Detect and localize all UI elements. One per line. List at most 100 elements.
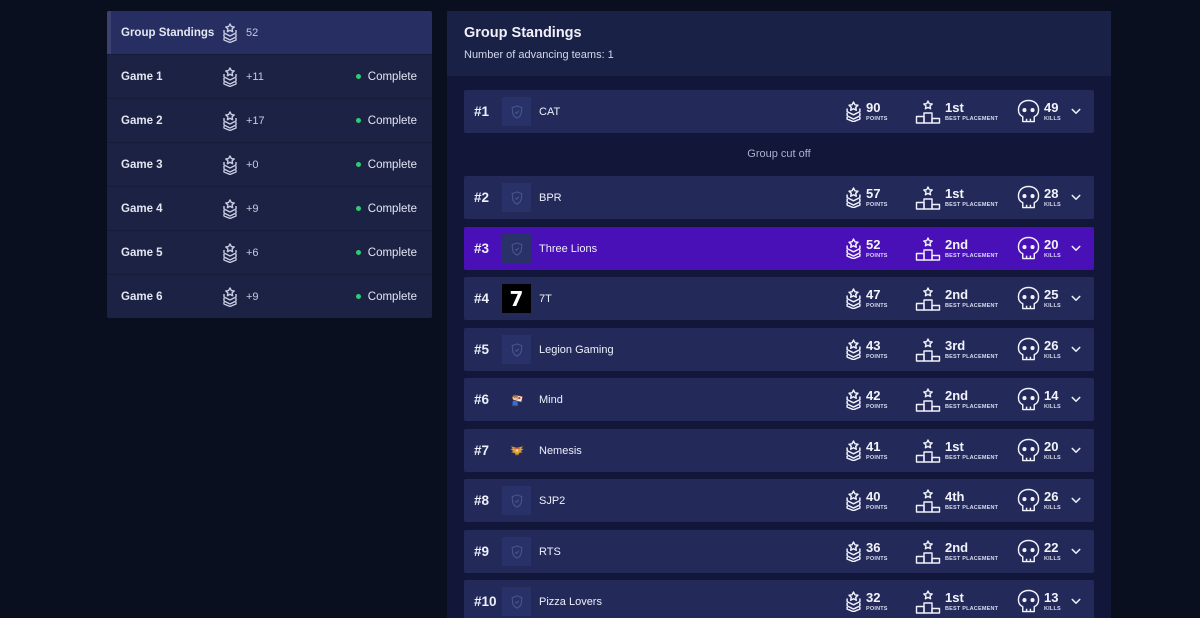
- kills-stat: 20 KILLS: [1017, 438, 1069, 463]
- best-placement-value: 4th: [945, 489, 965, 504]
- sidebar-item-game-5[interactable]: Game 5 +6 Complete: [107, 231, 432, 275]
- team-rank: #9: [474, 544, 490, 559]
- sidebar-item-game-1[interactable]: Game 1 +11 Complete: [107, 55, 432, 99]
- points-chevrons-icon: [845, 541, 862, 563]
- points-value: 47: [866, 287, 881, 302]
- team-name: Pizza Lovers: [539, 595, 602, 608]
- kills-stat: 26 KILLS: [1017, 488, 1069, 513]
- expand-chevron-down-icon[interactable]: [1069, 598, 1083, 605]
- sidebar-item-points: +6: [246, 246, 259, 259]
- kills-value: 26: [1044, 489, 1059, 504]
- shield-placeholder-icon: [502, 335, 531, 364]
- shield-placeholder-icon: [502, 587, 531, 616]
- expand-chevron-down-icon[interactable]: [1069, 497, 1083, 504]
- team-row[interactable]: #9 RTS 36 POINTS 2nd BEST PLACEMENT 22 K…: [464, 530, 1094, 573]
- points-label: POINTS: [866, 303, 888, 309]
- expand-chevron-down-icon[interactable]: [1069, 108, 1083, 115]
- team-row[interactable]: #8 SJP2 40 POINTS 4th BEST PLACEMENT 26 …: [464, 479, 1094, 522]
- status-complete-dot-icon: [355, 118, 361, 123]
- podium-icon: [915, 185, 941, 210]
- expand-chevron-down-icon[interactable]: [1069, 194, 1083, 201]
- podium-icon: [915, 539, 941, 564]
- team-row[interactable]: #7 Nemesis 41 POINTS 1st BEST PLACEMENT …: [464, 429, 1094, 472]
- points-stat: 47 POINTS: [845, 287, 915, 310]
- sidebar-item-game-2[interactable]: Game 2 +17 Complete: [107, 99, 432, 143]
- status-text: Complete: [367, 246, 417, 259]
- best-placement-value: 2nd: [945, 287, 969, 302]
- points-chevrons-icon: [222, 198, 240, 220]
- expand-chevron-down-icon[interactable]: [1069, 295, 1083, 302]
- points-stat: 36 POINTS: [845, 540, 915, 563]
- best-placement-label: BEST PLACEMENT: [945, 404, 999, 410]
- team-row[interactable]: #1 CAT 90 POINTS 1st BEST PLACEMENT 49 K…: [464, 90, 1094, 133]
- points-stat: 32 POINTS: [845, 591, 915, 613]
- sidebar-item-game-3[interactable]: Game 3 +0 Complete: [107, 143, 432, 187]
- kills-value: 26: [1044, 338, 1059, 353]
- points-label: POINTS: [866, 202, 888, 208]
- points-value: 36: [866, 540, 881, 555]
- standings-header: Group Standings Number of advancing team…: [447, 11, 1111, 76]
- points-chevrons-icon: [222, 154, 240, 176]
- points-value: 41: [866, 439, 881, 454]
- points-label: POINTS: [866, 116, 888, 122]
- status-text: Complete: [367, 70, 417, 83]
- best-placement-stat: 1st BEST PLACEMENT: [915, 589, 1017, 614]
- kills-stat: 22 KILLS: [1017, 539, 1069, 564]
- best-placement-value: 1st: [945, 100, 964, 115]
- kills-label: KILLS: [1044, 556, 1061, 562]
- kills-stat: 25 KILLS: [1017, 286, 1069, 311]
- team-rank: #2: [474, 190, 490, 205]
- points-stat: 43 POINTS: [845, 339, 915, 361]
- team-rank: #3: [474, 241, 490, 256]
- best-placement-value: 2nd: [945, 237, 969, 252]
- expand-chevron-down-icon[interactable]: [1069, 396, 1083, 403]
- team-logo-7t: 7: [502, 284, 531, 313]
- team-rank: #10: [474, 594, 497, 609]
- game-status: Complete: [355, 70, 417, 83]
- best-placement-value: 2nd: [945, 388, 969, 403]
- team-row[interactable]: #4 7 7T 47 POINTS 2nd BEST PLACEMENT 25 …: [464, 277, 1094, 320]
- sidebar-item-label: Game 4: [121, 202, 163, 215]
- best-placement-stat: 2nd BEST PLACEMENT: [915, 236, 1017, 261]
- team-row[interactable]: #2 BPR 57 POINTS 1st BEST PLACEMENT 28 K…: [464, 176, 1094, 219]
- kills-value: 25: [1044, 287, 1059, 302]
- sidebar-item-game-4[interactable]: Game 4 +9 Complete: [107, 187, 432, 231]
- points-stat: 57 POINTS: [845, 187, 915, 209]
- team-row[interactable]: #6 Mind 42 POINTS 2nd BEST PLACEMENT 14 …: [464, 378, 1094, 421]
- kills-stat: 49 KILLS: [1017, 99, 1069, 124]
- team-row[interactable]: #5 Legion Gaming 43 POINTS 3rd BEST PLAC…: [464, 328, 1094, 371]
- points-label: POINTS: [866, 455, 888, 461]
- expand-chevron-down-icon[interactable]: [1069, 447, 1083, 454]
- shield-placeholder-icon: [502, 537, 531, 566]
- sidebar-item-game-6[interactable]: Game 6 +9 Complete: [107, 275, 432, 318]
- sidebar-item-group-standings[interactable]: Group Standings 52: [107, 11, 432, 55]
- points-chevrons-icon: [222, 242, 240, 264]
- podium-icon: [915, 387, 941, 412]
- skull-icon: [1017, 99, 1040, 124]
- team-row[interactable]: #10 Pizza Lovers 32 POINTS 1st BEST PLAC…: [464, 580, 1094, 618]
- team-row[interactable]: #3 Three Lions 52 POINTS 2nd BEST PLACEM…: [464, 227, 1094, 270]
- expand-chevron-down-icon[interactable]: [1069, 245, 1083, 252]
- best-placement-label: BEST PLACEMENT: [945, 455, 999, 461]
- points-stat: 42 POINTS: [845, 389, 915, 411]
- kills-stat: 20 KILLS: [1017, 236, 1069, 261]
- points-stat: 52 POINTS: [845, 238, 915, 260]
- podium-icon: [915, 488, 941, 513]
- sidebar-item-label: Group Standings: [121, 26, 215, 39]
- expand-chevron-down-icon[interactable]: [1069, 346, 1083, 353]
- points-label: POINTS: [866, 354, 888, 360]
- expand-chevron-down-icon[interactable]: [1069, 548, 1083, 555]
- best-placement-label: BEST PLACEMENT: [945, 202, 999, 208]
- page-title: Group Standings: [464, 25, 582, 41]
- shield-placeholder-icon: [502, 486, 531, 515]
- team-name: SJP2: [539, 494, 566, 507]
- sidebar-item-points: +0: [246, 158, 259, 171]
- kills-label: KILLS: [1044, 354, 1061, 360]
- sidebar-item-points: 52: [246, 26, 259, 39]
- points-chevrons-icon: [845, 591, 862, 613]
- status-complete-dot-icon: [355, 294, 361, 299]
- game-status: Complete: [355, 114, 417, 127]
- points-stat: 90 POINTS: [845, 101, 915, 123]
- shield-placeholder-icon: [502, 234, 531, 263]
- status-text: Complete: [367, 114, 417, 127]
